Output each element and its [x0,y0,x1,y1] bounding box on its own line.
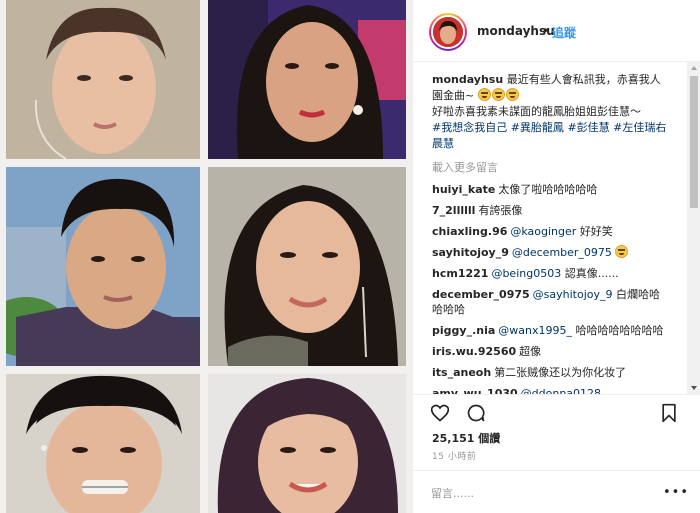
post-timestamp[interactable]: 15 小時前 [432,449,476,462]
post-photo[interactable] [0,0,412,513]
comment-row: piggy_.nia @wanx1995_ 哈哈哈哈哈哈哈哈 [432,323,670,338]
photo-woman-3 [208,374,406,513]
grinning-emoji-icon [505,88,519,101]
comment-row: huiyi_kate 太像了啦哈哈哈哈哈 [432,182,670,197]
comment-row: 7_2llllll 有誇張像 [432,203,670,218]
comment-mention[interactable]: @being0503 [491,267,561,280]
comment-row: chiaxling.96 @kaoginger 好好笑 [432,224,670,239]
comment-username[interactable]: chiaxling.96 [432,225,507,238]
caption-username[interactable]: mondayhsu [432,73,503,86]
comment-row: its_aneoh 第二张贼像还以为你化妆了 [432,365,670,380]
comment-row: december_0975 @sayhitojoy_9 白爛哈哈哈哈哈 [432,287,670,317]
photo-woman-1 [208,0,406,159]
comment-mention[interactable]: @december_0975 [512,246,612,259]
comment-input[interactable] [431,485,631,501]
photo-man-3 [6,374,200,513]
avatar[interactable] [431,15,465,49]
likes-count[interactable]: 25,151 個讚 [432,430,500,446]
hashtag[interactable]: #我想念我自己 [432,121,507,134]
grinning-emoji-icon [615,245,629,258]
comment-username[interactable]: hcm1221 [432,267,488,280]
comments-list: mondayhsu 最近有些人會私訊我，赤喜我人園金曲~ 好啦赤喜我素未謀面的龍… [413,62,689,394]
action-bar [413,394,700,428]
comment-username[interactable]: iris.wu.92560 [432,345,516,358]
comment-text: 超像 [519,345,542,358]
post-header: mondayhsu • 追蹤 [413,0,700,62]
comment-bubble-icon[interactable] [466,403,486,423]
photo-man-2 [6,167,200,366]
likes-number: 25,151 [432,432,475,445]
more-options-icon[interactable]: ••• [663,485,689,500]
comment-mention[interactable]: @sayhitojoy_9 [533,288,613,301]
load-more-comments-button[interactable]: 載入更多留言 [432,160,689,176]
photo-woman-2 [208,167,406,366]
separator-dot: • [542,24,550,38]
post-caption: mondayhsu 最近有些人會私訊我，赤喜我人園金曲~ 好啦赤喜我素未謀面的龍… [432,72,670,152]
caption-text-2: 好啦赤喜我素未謀面的龍鳳胎姐姐彭佳慧～ [432,105,641,118]
comment-row: amy_wu_1030 @ddonna0128 [432,386,670,394]
comment-text: 第二张贼像还以为你化妆了 [494,366,627,379]
photo-man-1 [6,0,200,159]
follow-button[interactable]: 追蹤 [552,24,576,41]
instagram-post: mondayhsu • 追蹤 mondayhsu 最近有些人會私訊我，赤喜我人園… [0,0,700,513]
comment-username[interactable]: 7_2llllll [432,204,475,217]
bookmark-icon[interactable] [659,403,679,423]
scroll-up-arrow-icon[interactable] [691,66,697,70]
post-sidebar: mondayhsu • 追蹤 mondayhsu 最近有些人會私訊我，赤喜我人園… [412,0,700,513]
comments-scrollbar[interactable] [687,62,700,394]
grinning-emoji-icon [477,88,491,101]
comment-username[interactable]: december_0975 [432,288,530,301]
comment-mention[interactable]: @wanx1995_ [498,324,572,337]
scroll-down-arrow-icon[interactable] [691,386,697,390]
comment-username[interactable]: sayhitojoy_9 [432,246,509,259]
comment-username[interactable]: huiyi_kate [432,183,495,196]
comment-text: 好好笑 [579,225,613,238]
comment-mention[interactable]: @kaoginger [510,225,576,238]
scroll-thumb[interactable] [690,76,698,208]
heart-icon[interactable] [430,403,450,423]
hashtag[interactable]: #彭佳慧 [567,121,609,134]
grinning-emoji-icon [491,88,505,101]
comment-text: 哈哈哈哈哈哈哈哈 [575,324,664,337]
comment-mention[interactable]: @ddonna0128 [521,387,601,394]
likes-label: 個讚 [478,432,501,445]
comment-username[interactable]: amy_wu_1030 [432,387,518,394]
comment-row: iris.wu.92560 超像 [432,344,670,359]
comment-row: hcm1221 @being0503 認真像...... [432,266,670,281]
add-comment-bar: ••• [413,470,700,513]
comment-row: sayhitojoy_9 @december_0975 [432,245,670,260]
comment-username[interactable]: its_aneoh [432,366,491,379]
comment-text: 有誇張像 [478,204,523,217]
story-ring[interactable] [429,13,467,51]
comment-text: 太像了啦哈哈哈哈哈 [498,183,598,196]
comment-username[interactable]: piggy_.nia [432,324,495,337]
comment-text: 認真像...... [564,267,619,280]
hashtag[interactable]: #異胎龍鳳 [511,121,564,134]
